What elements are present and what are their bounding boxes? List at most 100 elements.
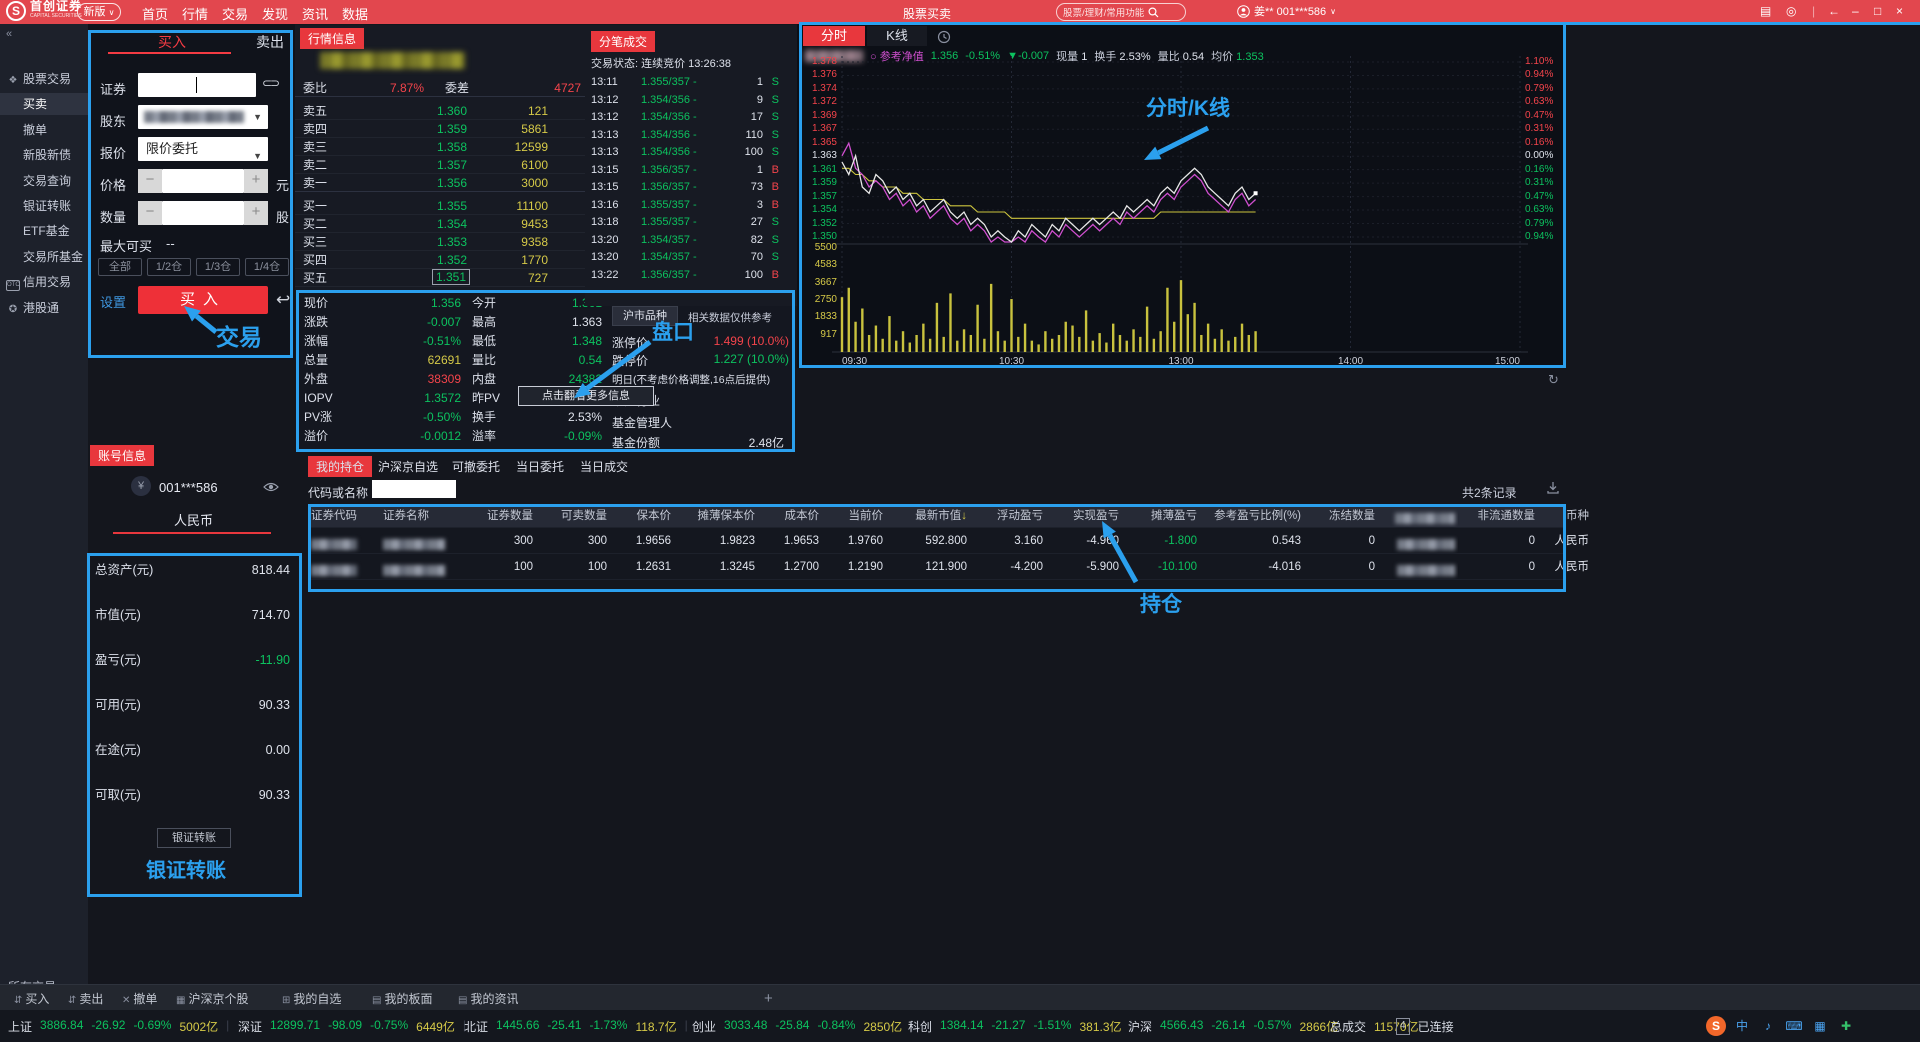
quote-type-select[interactable]: 限价委托 ▼ [138,137,268,161]
orderbook-row-卖二[interactable]: 卖二1.3576100 [295,156,585,174]
add-tab-button[interactable]: + [764,990,773,1007]
taskbar-item-买入[interactable]: ⇵买入 [14,990,49,1007]
taskbar-item-撤单[interactable]: ✕撤单 [122,990,157,1007]
buy-submit-button[interactable]: 买入 [138,286,268,314]
menu-5[interactable]: 数据 [342,4,368,23]
sidebar-item-新股新债[interactable]: 新股新债 [0,144,88,166]
column-header[interactable]: 证券名称 [380,504,460,527]
orderbook-row-卖五[interactable]: 卖五1.360121 [295,102,585,120]
global-search[interactable]: 股票/理财/常用功能 [1056,3,1186,21]
holdings-tab-当日委托[interactable]: 当日委托 [516,458,564,475]
back-icon[interactable]: ← [1828,4,1840,18]
price-input[interactable] [162,169,244,193]
holdings-tab-可撤委托[interactable]: 可撤委托 [452,458,500,475]
column-header[interactable]: 冻结数量 [1304,504,1378,527]
undo-icon[interactable]: ↩ [276,290,290,310]
taskbar-item-我的自选[interactable]: ⊞我的自选 [282,990,341,1007]
sidebar-item-交易查询[interactable]: 交易查询 [0,170,88,192]
eye-icon[interactable] [263,481,279,493]
sidebar-item-银证转账[interactable]: 银证转账 [0,195,88,217]
qty-input[interactable] [162,201,244,225]
taskbar-item-卖出[interactable]: ⇵卖出 [68,990,103,1007]
orderbook-row-买一[interactable]: 买一1.35511100 [295,197,585,215]
tab-sell[interactable]: 卖出 [256,32,284,52]
holdings-row[interactable]: 1001001.26311.32451.27001.2190121.900-4.… [308,554,1566,580]
collapse-sidebar-icon[interactable]: « [6,28,12,40]
column-header[interactable]: 摊薄盈亏 [1122,504,1200,527]
column-header[interactable]: 证券代码 [308,504,380,527]
holdings-tab-我的持仓[interactable]: 我的持仓 [308,456,372,477]
bank-transfer-button[interactable]: 银证转账 [157,828,231,848]
currency-tab[interactable]: 人民币 [85,510,302,529]
security-input[interactable] [138,73,256,97]
column-header[interactable]: 最新市值↓ [886,504,970,527]
holdings-row[interactable]: 3003001.96561.98231.96531.9760592.8003.1… [308,528,1566,554]
column-header[interactable]: 当前价 [822,504,886,527]
link-icon[interactable]: ⊂⊃ [262,76,278,90]
column-header[interactable]: 成本价 [758,504,822,527]
board-type-tab[interactable]: 沪市品种 [612,306,678,326]
holdings-tab-沪深京自选[interactable]: 沪深京自选 [378,458,438,475]
minimize-icon[interactable]: – [1852,4,1859,18]
menu-1[interactable]: 行情 [182,4,208,23]
menu-3[interactable]: 发现 [262,4,288,23]
sidebar-item-撤单[interactable]: 撤单 [0,119,88,141]
price-plus-button[interactable]: + [244,169,268,193]
column-header[interactable]: 摊薄保本价 [674,504,758,527]
settings-link[interactable]: 设置 [100,292,126,311]
taskbar-item-我的板面[interactable]: ▤我的板面 [372,990,432,1007]
holder-select[interactable]: ▼ [138,105,268,129]
sidebar-item-股票交易[interactable]: ❖股票交易 [0,68,88,90]
taskbar-item-我的资讯[interactable]: ▤我的资讯 [458,990,518,1007]
holdings-tab-当日成交[interactable]: 当日成交 [580,458,628,475]
orderbook-row-买二[interactable]: 买二1.3549453 [295,215,585,233]
sidebar-item-港股通[interactable]: ✪港股通 [0,297,88,319]
toolbox-icon[interactable]: ▦ [1810,1016,1830,1036]
portion-button-1/4仓[interactable]: 1/4仓 [245,258,289,276]
qty-minus-button[interactable]: − [138,201,162,225]
orderbook-row-买三[interactable]: 买三1.3539358 [295,233,585,251]
tab-buy[interactable]: 买入 [158,32,186,52]
export-icon[interactable] [1546,481,1560,495]
column-header[interactable] [1378,504,1458,527]
column-header[interactable]: 证券数量 [460,504,536,527]
menu-4[interactable]: 资讯 [302,4,328,23]
orderbook-row-卖三[interactable]: 卖三1.35812599 [295,138,585,156]
column-header[interactable]: 实现盈亏 [1046,504,1122,527]
filter-input[interactable] [372,480,456,498]
sidebar-item-交易所基金[interactable]: 交易所基金 [0,246,88,268]
orderbook-row-卖四[interactable]: 卖四1.3595861 [295,120,585,138]
menu-0[interactable]: 首页 [142,4,168,23]
column-header[interactable]: 保本价 [610,504,674,527]
column-header[interactable]: 浮动盈亏 [970,504,1046,527]
column-header[interactable]: 非流通数量 [1458,504,1538,527]
close-icon[interactable]: × [1896,4,1903,18]
version-dropdown[interactable]: 新版 ∨ [77,3,121,21]
sidebar-item-信用交易[interactable]: OTC信用交易 [0,271,88,293]
message-icon[interactable]: ▤ [1760,4,1771,18]
qty-plus-button[interactable]: + [244,201,268,225]
orderbook-row-卖一[interactable]: 卖一1.3563000 [295,174,585,192]
refresh-icon[interactable]: ↻ [1548,372,1559,388]
column-header[interactable]: 参考盈亏比例(%) [1200,504,1304,527]
restore-icon[interactable]: □ [1874,4,1881,18]
column-header[interactable]: 可卖数量 [536,504,610,527]
menu-2[interactable]: 交易 [222,4,248,23]
column-header[interactable]: 币种 [1538,504,1592,527]
portion-button-1/2仓[interactable]: 1/2仓 [147,258,191,276]
mic-icon[interactable]: ♪ [1758,1016,1778,1036]
orderbook-row-买四[interactable]: 买四1.3521770 [295,251,585,269]
user-account-menu[interactable]: 姜** 001***586 ∨ [1237,3,1336,19]
portion-button-全部[interactable]: 全部 [98,258,142,276]
keyboard-icon[interactable]: ⌨ [1784,1016,1804,1036]
price-minus-button[interactable]: − [138,169,162,193]
taskbar-item-沪深京个股[interactable]: ▦沪深京个股 [176,990,248,1007]
sidebar-item-ETF基金[interactable]: ETF基金 [0,220,88,242]
orderbook-row-买五[interactable]: 买五1.351727 [295,269,585,287]
plugin-icon[interactable]: ✚ [1836,1016,1856,1036]
portion-button-1/3仓[interactable]: 1/3仓 [196,258,240,276]
chinese-mode-icon[interactable]: 中 [1732,1016,1752,1036]
sogou-input-icon[interactable]: S [1706,1016,1726,1036]
sidebar-item-买卖[interactable]: 买卖 [0,93,88,115]
settings-icon[interactable]: ◎ [1786,4,1796,18]
